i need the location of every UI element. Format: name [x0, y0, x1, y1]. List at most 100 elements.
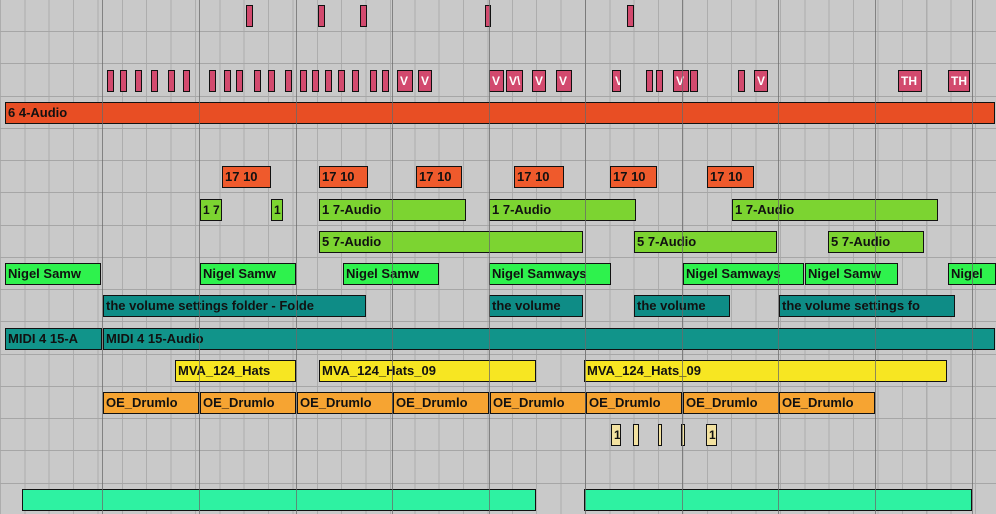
clip[interactable]: 1 7-Audio — [489, 198, 636, 221]
clip[interactable]: 5 7-Audio — [319, 230, 583, 253]
clip[interactable]: V — [612, 69, 621, 92]
clip[interactable]: MVA_124_Hats_09 — [319, 359, 536, 382]
clip[interactable]: the volume settings folder - Folde — [103, 295, 366, 318]
clip[interactable] — [658, 424, 662, 447]
clip[interactable]: OE_Drumlo — [393, 392, 489, 415]
clip[interactable]: MVA_124_Hats_09 — [584, 359, 947, 382]
clip[interactable] — [352, 69, 359, 92]
clip[interactable] — [151, 69, 158, 92]
clip[interactable]: V\ — [506, 69, 523, 92]
clip[interactable]: V — [556, 69, 572, 92]
clip-label: the volume — [637, 298, 706, 314]
clip[interactable]: OE_Drumlo — [683, 392, 779, 415]
clip[interactable]: V — [418, 69, 432, 92]
clip[interactable] — [382, 69, 389, 92]
clip[interactable] — [236, 69, 243, 92]
clip[interactable]: Nigel Samw — [5, 263, 101, 286]
clip-label: MVA_124_Hats — [178, 362, 271, 378]
clip[interactable]: OE_Drumlo — [103, 392, 199, 415]
clip[interactable] — [135, 69, 142, 92]
track-lane — [0, 32, 996, 65]
clip[interactable] — [268, 69, 275, 92]
clip[interactable]: V — [754, 69, 768, 92]
clip[interactable] — [246, 5, 253, 28]
clip-label: 5 7-Audio — [831, 233, 891, 249]
clip[interactable]: 17 10 — [610, 166, 657, 189]
clip[interactable]: 1 — [271, 198, 283, 221]
clip[interactable]: OE_Drumlo — [779, 392, 875, 415]
clip-label: 17 10 — [225, 169, 258, 185]
clip[interactable]: V — [532, 69, 546, 92]
clip[interactable] — [285, 69, 292, 92]
clip[interactable] — [738, 69, 745, 92]
bar-line — [296, 0, 297, 514]
clip[interactable] — [318, 5, 325, 28]
clip[interactable]: Nigel Samw — [805, 263, 898, 286]
clip-label: Nigel Samw — [808, 266, 881, 282]
clip[interactable]: OE_Drumlo — [297, 392, 393, 415]
clip-label: Nigel Samways — [492, 266, 587, 282]
clip-label: 17 10 — [710, 169, 743, 185]
clip[interactable]: 17 10 — [222, 166, 271, 189]
clip[interactable]: OE_Drumlo — [490, 392, 586, 415]
clip[interactable]: Nigel Samways — [683, 263, 804, 286]
clip[interactable]: 17 10 — [416, 166, 462, 189]
clip-label: OE_Drumlo — [782, 395, 854, 411]
clip[interactable]: Nigel Samw — [200, 263, 296, 286]
clip[interactable] — [627, 5, 634, 28]
clip[interactable]: 17 10 — [514, 166, 564, 189]
clip[interactable] — [224, 69, 231, 92]
clip-label: 1 7-Audio — [322, 201, 382, 217]
clip[interactable]: V — [397, 69, 413, 92]
clip[interactable] — [168, 69, 175, 92]
bar-line — [682, 0, 683, 514]
clip[interactable]: V — [673, 69, 689, 92]
clip[interactable]: Nigel Samw — [343, 263, 439, 286]
clip[interactable] — [120, 69, 127, 92]
clip[interactable] — [300, 69, 307, 92]
clip[interactable]: OE_Drumlo — [586, 392, 682, 415]
clip[interactable]: Nigel Samways — [489, 263, 611, 286]
arrangement-view[interactable]: VVVV\VVVVVTHTH6 4-Audio17 1017 1017 1017… — [0, 0, 996, 514]
clip[interactable] — [22, 488, 536, 511]
clip[interactable] — [312, 69, 319, 92]
clip[interactable] — [370, 69, 377, 92]
clip[interactable]: 1 7-Audio — [732, 198, 938, 221]
clip[interactable]: TH — [898, 69, 922, 92]
clip[interactable] — [338, 69, 345, 92]
clip-label: MVA_124_Hats_09 — [587, 362, 701, 378]
clip[interactable] — [254, 69, 261, 92]
clip-label: V — [421, 73, 430, 88]
clip[interactable]: the volume settings fo — [779, 295, 955, 318]
clip[interactable]: 1 — [706, 424, 717, 447]
track-lane — [0, 129, 996, 161]
clip[interactable]: the volume — [489, 295, 583, 318]
clip[interactable]: V — [489, 69, 504, 92]
clip[interactable]: MVA_124_Hats — [175, 359, 296, 382]
clip[interactable] — [325, 69, 332, 92]
bar-line — [585, 0, 586, 514]
clip[interactable]: OE_Drumlo — [200, 392, 296, 415]
clip[interactable]: 1 7 — [200, 198, 222, 221]
clip[interactable]: 5 7-Audio — [634, 230, 777, 253]
clip[interactable] — [485, 5, 491, 28]
clip[interactable] — [107, 69, 114, 92]
clip[interactable]: 17 10 — [707, 166, 754, 189]
clip[interactable]: 1 — [611, 424, 621, 447]
clip-label: V — [400, 73, 409, 88]
clip[interactable] — [360, 5, 367, 28]
clip[interactable]: 6 4-Audio — [5, 101, 995, 124]
track-lane — [0, 161, 996, 194]
clip[interactable] — [646, 69, 653, 92]
clip[interactable]: TH — [948, 69, 970, 92]
clip[interactable]: MIDI 4 15-A — [5, 327, 102, 350]
clip[interactable] — [690, 69, 698, 92]
clip[interactable] — [209, 69, 216, 92]
clip[interactable] — [183, 69, 190, 92]
clip[interactable] — [633, 424, 639, 447]
clip[interactable]: 5 7-Audio — [828, 230, 924, 253]
clip[interactable]: 17 10 — [319, 166, 368, 189]
clip-label: Nigel Samw — [203, 266, 276, 282]
clip[interactable]: MIDI 4 15-Audio — [103, 327, 995, 350]
clip[interactable] — [656, 69, 663, 92]
